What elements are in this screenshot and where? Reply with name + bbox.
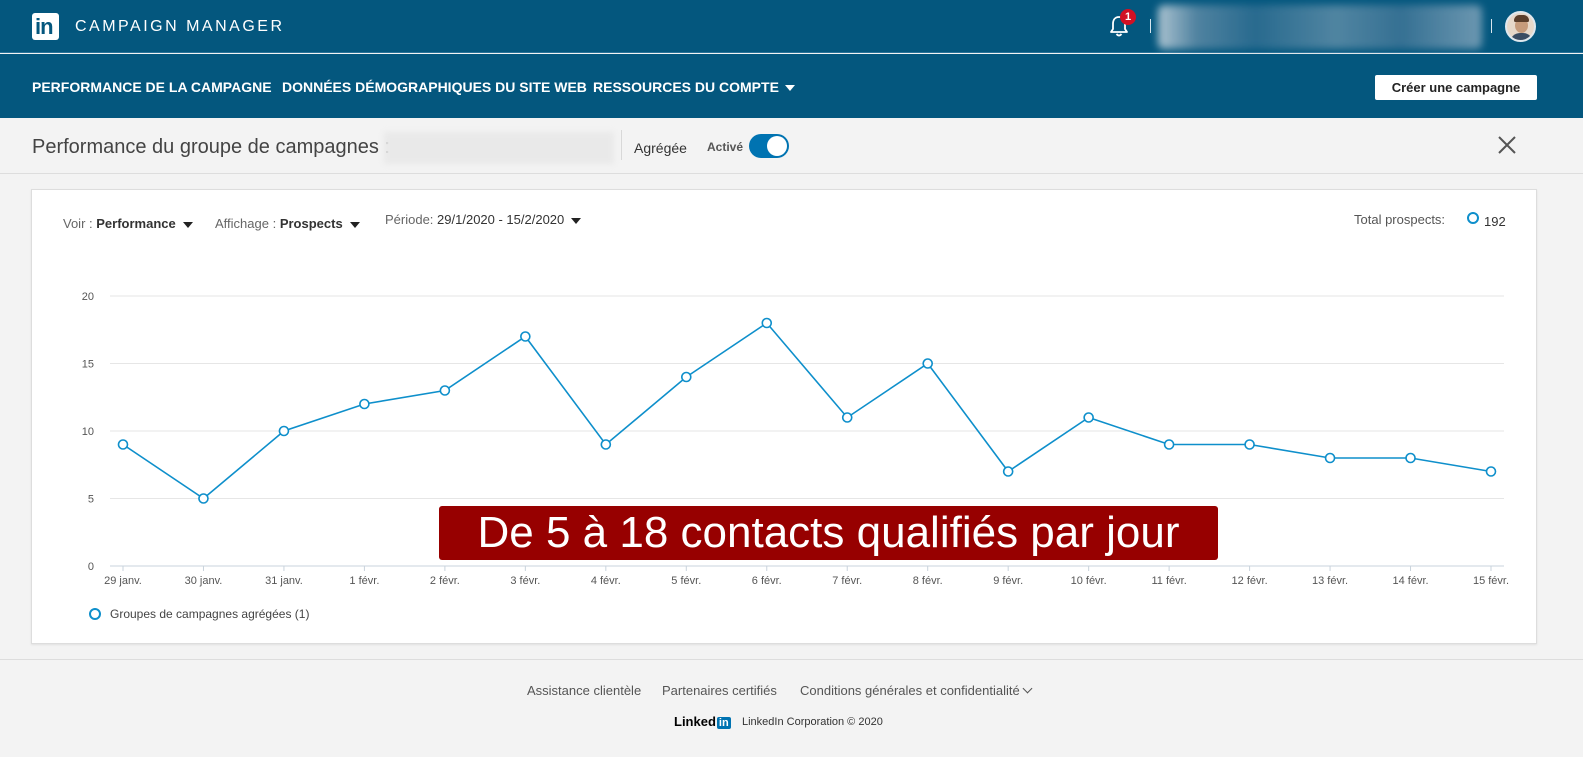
x-tick-label: 29 janv.: [104, 575, 142, 587]
divider: [1491, 19, 1492, 33]
chevron-down-icon: [1022, 683, 1033, 694]
legend-marker-icon: [89, 608, 101, 620]
x-tick-label: 5 févr.: [671, 575, 701, 587]
top-bar: in CAMPAIGN MANAGER 1: [0, 0, 1583, 53]
caret-down-icon: [784, 85, 795, 92]
data-point: [841, 412, 853, 423]
data-point: [600, 439, 612, 450]
data-point: [1163, 439, 1175, 450]
y-tick-label: 0: [88, 561, 94, 573]
toggle-knob: [767, 136, 787, 156]
line-chart: 0 5 10 15 20 29 janv. 30 janv. 31 janv. 1 févr. 2…: [82, 291, 1509, 587]
data-point: [761, 317, 773, 329]
data-point: [1405, 452, 1416, 464]
linkedin-footer-logo-box: in: [716, 717, 731, 729]
x-tick-label: 4 févr.: [591, 575, 621, 587]
divider: [1150, 19, 1151, 33]
active-label: Activé: [707, 140, 744, 154]
data-point: [278, 425, 290, 437]
linkedin-footer-logo-word: Linked: [674, 714, 716, 729]
x-tick-label: 13 févr.: [1312, 575, 1348, 587]
aggregate-toggle[interactable]: [749, 134, 789, 158]
avatar[interactable]: [1505, 11, 1536, 42]
series-line: [122, 321, 1492, 500]
copyright: LinkedIn Corporation © 2020: [742, 716, 883, 728]
footer-link-terms-label: Conditions générales et confidentialité: [800, 683, 1020, 698]
x-tick-label: 12 févr.: [1232, 575, 1268, 587]
data-point: [439, 385, 451, 396]
x-tick-label: 3 févr.: [510, 575, 540, 587]
data-point: [1244, 439, 1255, 450]
create-campaign-button[interactable]: Créer une campagne: [1375, 75, 1537, 100]
footer-link-terms[interactable]: Conditions générales et confidentialité: [800, 683, 1033, 698]
performance-card: Voir : Performance Affichage : Prospects…: [31, 189, 1537, 644]
nav-bar: PERFORMANCE DE LA CAMPAGNE DONNÉES DÉMOG…: [0, 54, 1583, 118]
legend-label: Groupes de campagnes agrégées (1): [110, 607, 310, 621]
aggregate-label: Agrégée: [634, 140, 687, 156]
x-tick-label: 9 févr.: [993, 575, 1023, 587]
notification-badge: 1: [1120, 9, 1136, 25]
account-name-redacted[interactable]: [1158, 5, 1482, 49]
avatar-shirt: [1510, 33, 1533, 40]
nav-campaign-performance[interactable]: PERFORMANCE DE LA CAMPAGNE: [32, 79, 272, 95]
data-point: [359, 398, 370, 410]
data-point: [198, 493, 209, 504]
close-icon[interactable]: [1496, 134, 1518, 156]
nav-website-demographics[interactable]: DONNÉES DÉMOGRAPHIQUES DU SITE WEB: [282, 79, 587, 95]
data-point: [1002, 466, 1014, 477]
x-tick-label: 15 févr.: [1473, 575, 1509, 587]
x-tick-label: 31 janv.: [265, 575, 303, 587]
footer-link-support[interactable]: Assistance clientèle: [527, 683, 641, 698]
footer-link-partners[interactable]: Partenaires certifiés: [662, 683, 777, 698]
x-tick-label: 8 févr.: [913, 575, 943, 587]
x-tick-label: 30 janv.: [185, 575, 223, 587]
y-tick-label: 20: [82, 291, 94, 303]
linkedin-footer-logo: Linked in: [674, 714, 731, 729]
nav-account-resources[interactable]: RESSOURCES DU COMPTE: [593, 79, 795, 95]
page-title: Performance du groupe de campagnes :: [32, 136, 390, 158]
data-point: [520, 331, 531, 342]
x-tick-label: 6 févr.: [752, 575, 782, 587]
data-point: [1083, 412, 1094, 423]
data-point: [1324, 452, 1336, 464]
x-tick-label: 7 févr.: [832, 575, 862, 587]
campaign-group-name-redacted: [384, 132, 614, 164]
y-tick-label: 15: [82, 359, 94, 371]
linkedin-logo[interactable]: in: [32, 13, 59, 40]
sub-header: Performance du groupe de campagnes : Agr…: [0, 118, 1583, 174]
data-point: [117, 439, 129, 450]
x-tick-label: 10 févr.: [1071, 575, 1107, 587]
footer-divider: [0, 659, 1583, 660]
nav-account-resources-label: RESSOURCES DU COMPTE: [593, 79, 779, 95]
data-point: [922, 358, 934, 369]
avatar-hair: [1514, 15, 1529, 22]
x-tick-label: 14 févr.: [1392, 575, 1428, 587]
y-tick-label: 5: [88, 494, 94, 506]
x-tick-label: 11 févr.: [1151, 575, 1186, 587]
logo-text: in: [35, 14, 54, 39]
data-point: [680, 371, 692, 383]
divider: [621, 130, 622, 160]
app-title: CAMPAIGN MANAGER: [75, 18, 285, 35]
y-tick-label: 10: [82, 426, 94, 438]
data-point: [1485, 466, 1497, 477]
x-tick-label: 1 févr.: [349, 575, 379, 587]
x-tick-label: 2 févr.: [430, 575, 460, 587]
overlay-banner: De 5 à 18 contacts qualifiés par jour: [439, 506, 1218, 560]
